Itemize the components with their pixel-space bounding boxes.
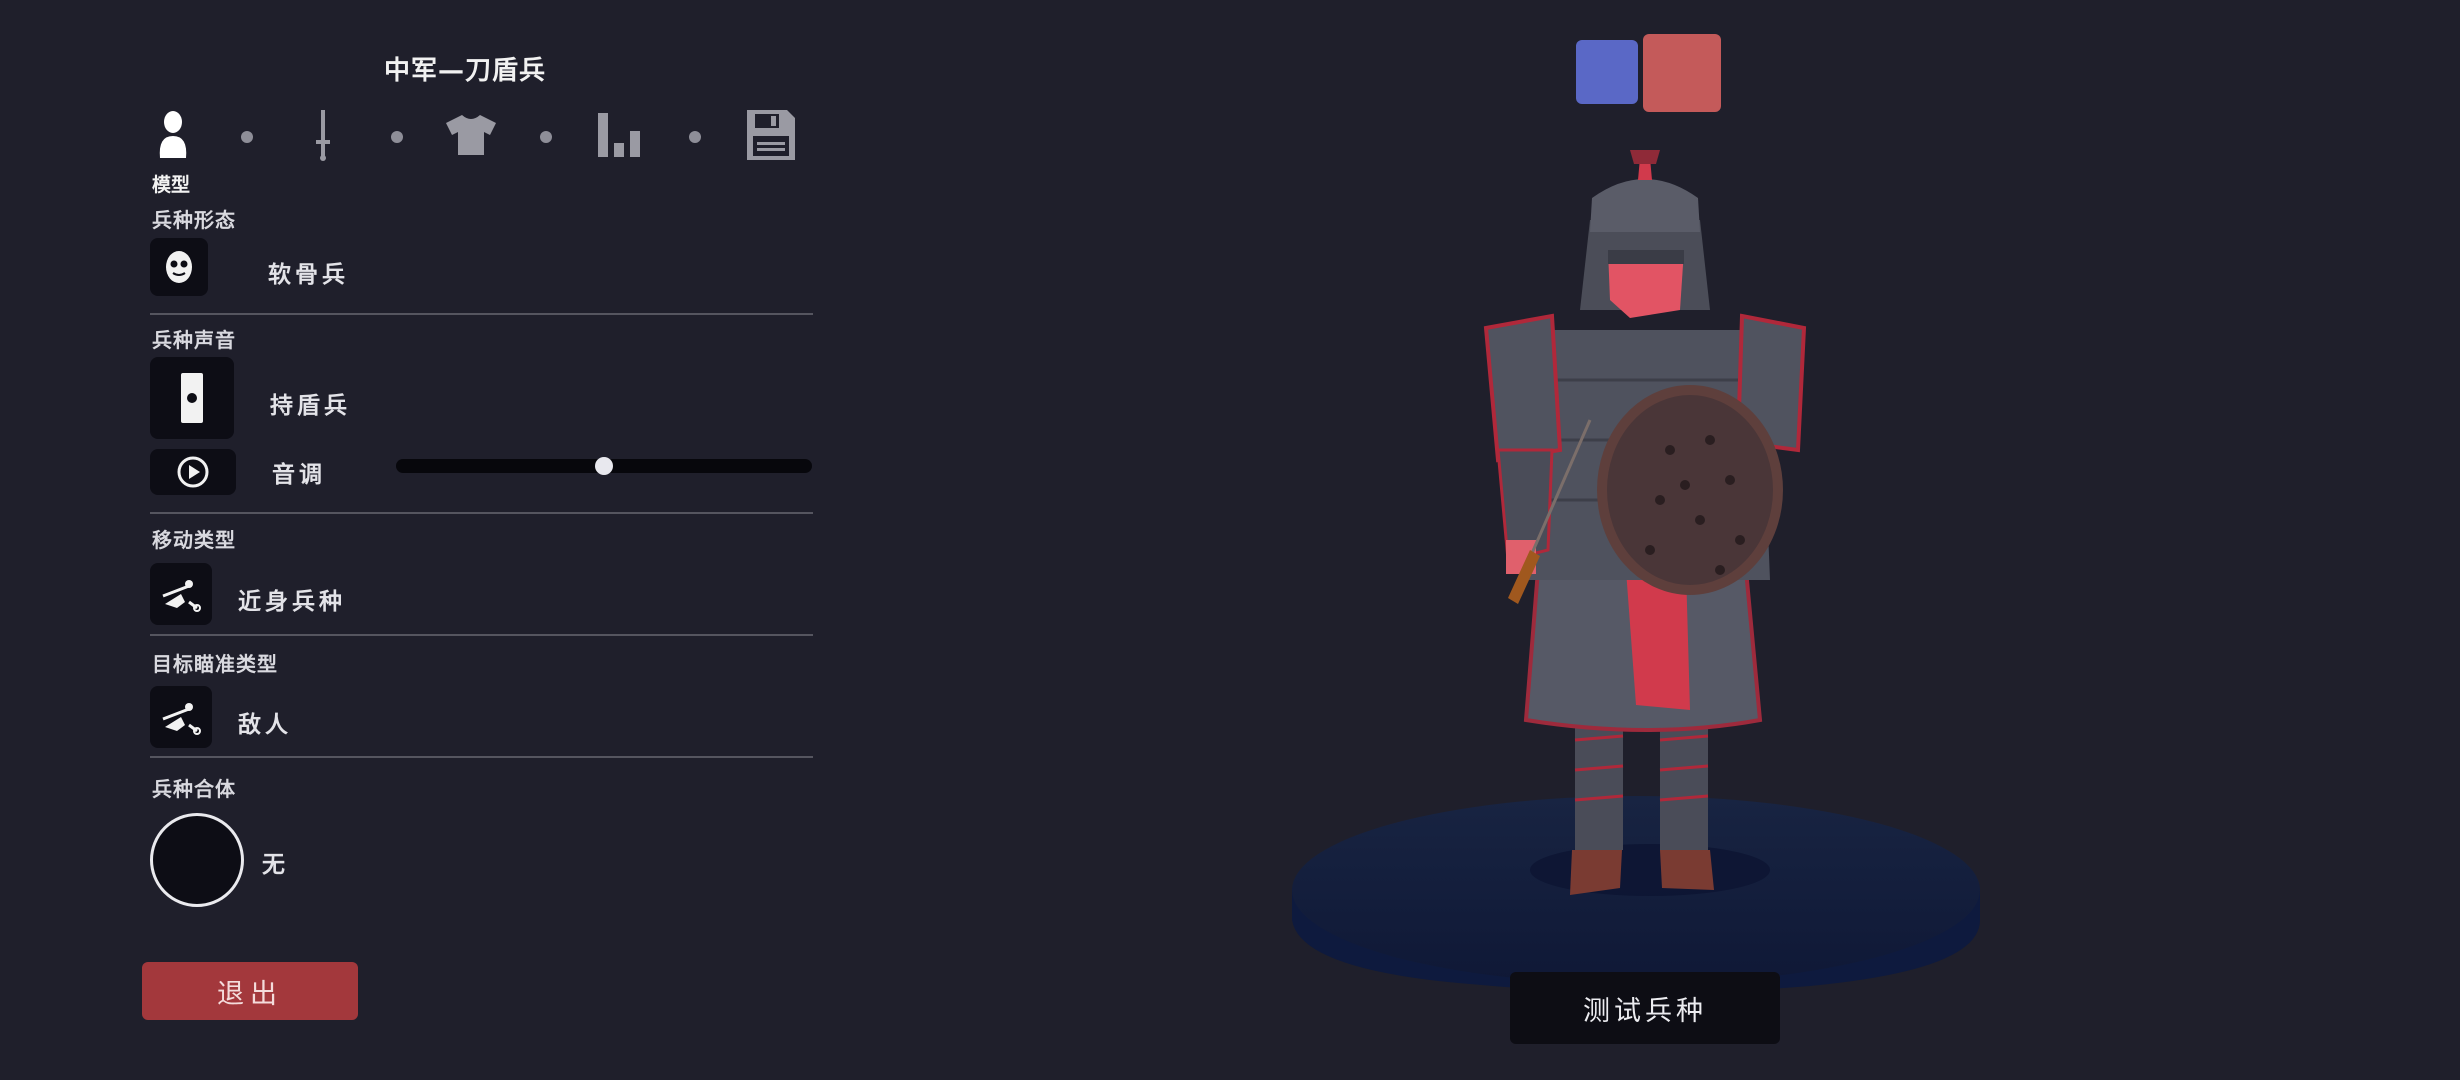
unit-preview[interactable] [1290,150,1990,1010]
soldier-model [1483,150,1807,895]
shirt-icon [446,115,496,155]
divider [150,634,813,636]
movement-value: 近身兵种 [238,589,346,615]
combine-value: 无 [262,852,289,878]
tab-separator-dot [540,131,552,143]
tab-separator-dot [241,131,253,143]
pitch-slider-knob[interactable] [595,457,613,475]
exit-button[interactable]: 退出 [142,962,358,1020]
tab-model-label: 模型 [152,174,191,196]
divider [150,512,813,514]
divider [150,756,813,758]
tab-model[interactable] [146,108,200,162]
targeting-selector[interactable] [150,686,212,748]
movement-heading: 移动类型 [152,528,236,552]
form-selector[interactable] [150,238,208,296]
tab-separator-dot [689,131,701,143]
voice-selector[interactable] [150,357,234,439]
combine-heading: 兵种合体 [152,777,236,801]
play-icon [177,456,209,488]
play-voice-button[interactable] [150,449,236,495]
sword-icon [316,110,330,161]
combine-selector[interactable] [150,813,244,907]
pedestal [1292,796,1980,993]
bar-chart-icon [598,113,640,157]
shield-voice-icon [181,373,203,423]
pitch-label: 音调 [272,462,326,488]
divider [150,313,813,315]
movement-selector[interactable] [150,563,212,625]
team-blue-swatch[interactable] [1576,40,1638,104]
melee-icon [162,580,201,612]
tab-stats[interactable] [594,108,648,162]
targeting-heading: 目标瞄准类型 [152,652,278,676]
voice-value: 持盾兵 [270,393,351,419]
team-red-swatch[interactable] [1643,34,1721,112]
tab-save[interactable] [744,108,798,162]
form-value: 软骨兵 [268,262,349,288]
mask-icon [166,251,192,283]
tab-clothing[interactable] [444,108,498,162]
form-heading: 兵种形态 [152,208,236,232]
tab-weapon[interactable] [296,108,350,162]
person-icon [159,111,187,158]
targeting-value: 敌人 [238,712,292,738]
voice-heading: 兵种声音 [152,328,236,352]
test-unit-button[interactable]: 测试兵种 [1510,972,1780,1044]
target-icon [162,703,201,735]
save-icon [747,110,795,160]
tab-separator-dot [391,131,403,143]
page-title: 中军—刀盾兵 [384,56,547,86]
